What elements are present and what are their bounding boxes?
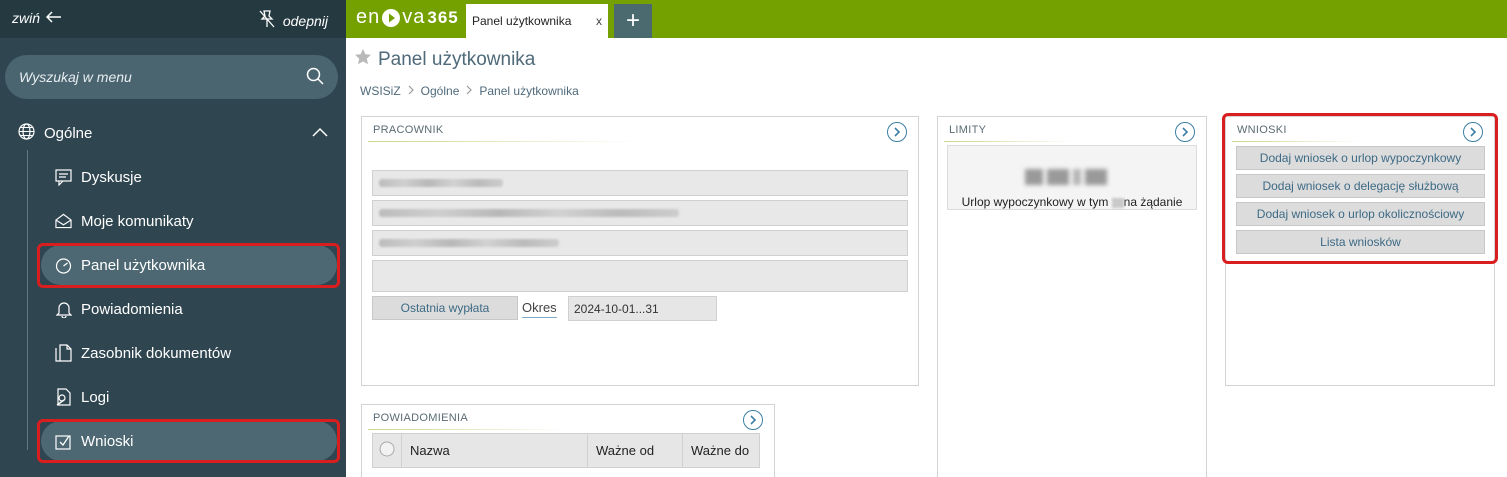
menu-group-ogolne[interactable]: Ogólne — [18, 122, 328, 144]
checkbox-icon — [55, 433, 72, 450]
sidebar-item-label: Dyskusje — [81, 168, 142, 186]
redacted-text — [379, 209, 679, 217]
employee-name-field — [372, 170, 908, 196]
powiadomienia-panel: POWIADOMIENIA Nazwa Ważne od Ważne do — [361, 404, 775, 477]
play-circle-icon — [381, 8, 401, 28]
pracownik-panel: PRACOWNIK Ostatnia wypłata Okres 2024-10… — [361, 116, 919, 386]
go-arrow-icon[interactable] — [1175, 122, 1195, 142]
sidebar-item-label: Zasobnik dokumentów — [81, 344, 232, 362]
select-all-cell[interactable] — [372, 433, 402, 468]
column-header-wazne-do[interactable]: Ważne do — [682, 433, 760, 468]
sidebar-item-label: Moje komunikaty — [81, 212, 194, 230]
caption-part: na żądanie — [1123, 195, 1183, 209]
star-icon[interactable] — [354, 48, 372, 72]
bell-icon — [55, 301, 72, 318]
column-header-wazne-od[interactable]: Ważne od — [587, 433, 683, 468]
log-search-icon — [55, 388, 72, 406]
panel-title: POWIADOMIENIA — [373, 412, 468, 424]
panel-title: PRACOWNIK — [373, 124, 444, 136]
redacted-text — [1111, 197, 1124, 208]
requests-list-button[interactable]: Lista wniosków — [1236, 230, 1485, 254]
panel-title: WNIOSKI — [1237, 124, 1287, 136]
breadcrumb-item[interactable]: Panel użytkownika — [479, 84, 578, 98]
page-title: Panel użytkownika — [354, 48, 535, 72]
chevron-right-icon — [465, 84, 473, 98]
panel-title-underline — [368, 429, 568, 430]
sidebar-item-zasobnik-dokumentow[interactable]: Zasobnik dokumentów — [41, 333, 337, 373]
sidebar-item-label: Logi — [81, 388, 110, 406]
go-arrow-icon[interactable] — [887, 122, 907, 142]
notifications-table: Nazwa Ważne od Ważne do — [372, 433, 760, 468]
logo-365: 365 — [427, 7, 459, 27]
panel-title-underline — [1232, 141, 1362, 142]
collapse-menu-button[interactable]: zwiń — [12, 10, 62, 26]
sidebar-item-logi[interactable]: Logi — [41, 377, 337, 417]
redacted-text — [379, 239, 559, 247]
sidebar-item-wnioski[interactable]: Wnioski — [41, 421, 337, 461]
column-header-nazwa[interactable]: Nazwa — [401, 433, 588, 468]
chevron-up-icon[interactable] — [312, 124, 328, 141]
page-title-text: Panel użytkownika — [378, 49, 536, 70]
period-field[interactable]: 2024-10-01...31 — [568, 296, 717, 321]
enova-logo: en va 365 — [356, 6, 459, 29]
employee-detail-field — [372, 200, 908, 226]
caption-part: Urlop wypoczynkowy w tym — [961, 195, 1109, 209]
logo-text-en: en — [356, 6, 381, 28]
envelope-icon — [55, 213, 72, 230]
redacted-limit-value — [1025, 166, 1121, 188]
discussion-icon — [55, 168, 72, 186]
sidebar: zwiń odepnij Wyszukaj w menu Ogólne Dysk… — [0, 0, 346, 477]
menu-group-label: Ogólne — [44, 124, 93, 142]
sidebar-item-label: Powiadomienia — [81, 300, 183, 318]
period-label: Okres — [522, 300, 557, 318]
add-vacation-request-button[interactable]: Dodaj wniosek o urlop wypoczynkowy — [1236, 146, 1485, 170]
table-header-row: Nazwa Ważne od Ważne do — [372, 433, 760, 468]
tree-line — [27, 150, 28, 450]
sidebar-header: zwiń odepnij — [0, 0, 346, 38]
tab-panel-uzytkownika[interactable]: Panel użytkownika x — [466, 4, 608, 38]
sidebar-item-powiadomienia[interactable]: Powiadomienia — [41, 289, 337, 329]
panel-title-underline — [368, 141, 638, 142]
close-tab-icon[interactable]: x — [596, 14, 602, 28]
sidebar-item-dyskusje[interactable]: Dyskusje — [41, 157, 337, 197]
go-arrow-icon[interactable] — [1463, 122, 1483, 142]
menu-search-input[interactable]: Wyszukaj w menu — [5, 55, 338, 99]
add-business-trip-request-button[interactable]: Dodaj wniosek o delegację służbową — [1236, 174, 1485, 198]
gauge-icon — [55, 257, 72, 274]
unpin-icon — [259, 10, 275, 31]
limity-panel: LIMITY Urlop wypoczynkowy w tym na żądan… — [937, 116, 1207, 477]
chevron-right-icon — [407, 84, 415, 98]
search-icon[interactable] — [306, 67, 324, 88]
breadcrumb-item[interactable]: WSISiZ — [360, 84, 401, 98]
radio-icon[interactable] — [379, 441, 395, 460]
documents-icon — [55, 344, 72, 362]
panel-title-underline — [944, 141, 1074, 142]
go-arrow-icon[interactable] — [743, 410, 763, 430]
logo-text-va: va — [402, 6, 426, 28]
vacation-limit-caption: Urlop wypoczynkowy w tym na żądanie — [948, 195, 1196, 209]
arrow-left-icon — [45, 10, 62, 26]
breadcrumb: WSISiZ Ogólne Panel użytkownika — [360, 84, 579, 98]
sidebar-item-moje-komunikaty[interactable]: Moje komunikaty — [41, 201, 337, 241]
add-occasional-leave-request-button[interactable]: Dodaj wniosek o urlop okolicznościowy — [1236, 202, 1485, 226]
top-bar: en va 365 Panel użytkownika x + — [346, 0, 1507, 38]
employee-detail-field — [372, 260, 908, 292]
panel-title: LIMITY — [949, 124, 987, 136]
add-tab-button[interactable]: + — [614, 4, 652, 38]
globe-icon — [18, 122, 35, 144]
sidebar-item-panel-uzytkownika[interactable]: Panel użytkownika — [41, 245, 337, 285]
sidebar-item-label: Wnioski — [81, 432, 134, 450]
breadcrumb-item[interactable]: Ogólne — [421, 84, 460, 98]
employee-detail-field — [372, 230, 908, 256]
vacation-limit-tile[interactable]: Urlop wypoczynkowy w tym na żądanie — [947, 145, 1197, 210]
search-placeholder: Wyszukaj w menu — [19, 69, 132, 85]
unpin-menu-button[interactable]: odepnij — [259, 10, 328, 31]
collapse-label: zwiń — [12, 10, 41, 26]
redacted-text — [379, 179, 503, 187]
wnioski-panel: WNIOSKI Dodaj wniosek o urlop wypoczynko… — [1225, 116, 1495, 386]
sidebar-item-label: Panel użytkownika — [81, 256, 206, 274]
unpin-label: odepnij — [282, 12, 328, 29]
tab-label: Panel użytkownika — [472, 14, 572, 28]
last-payslip-button[interactable]: Ostatnia wypłata — [372, 296, 518, 320]
